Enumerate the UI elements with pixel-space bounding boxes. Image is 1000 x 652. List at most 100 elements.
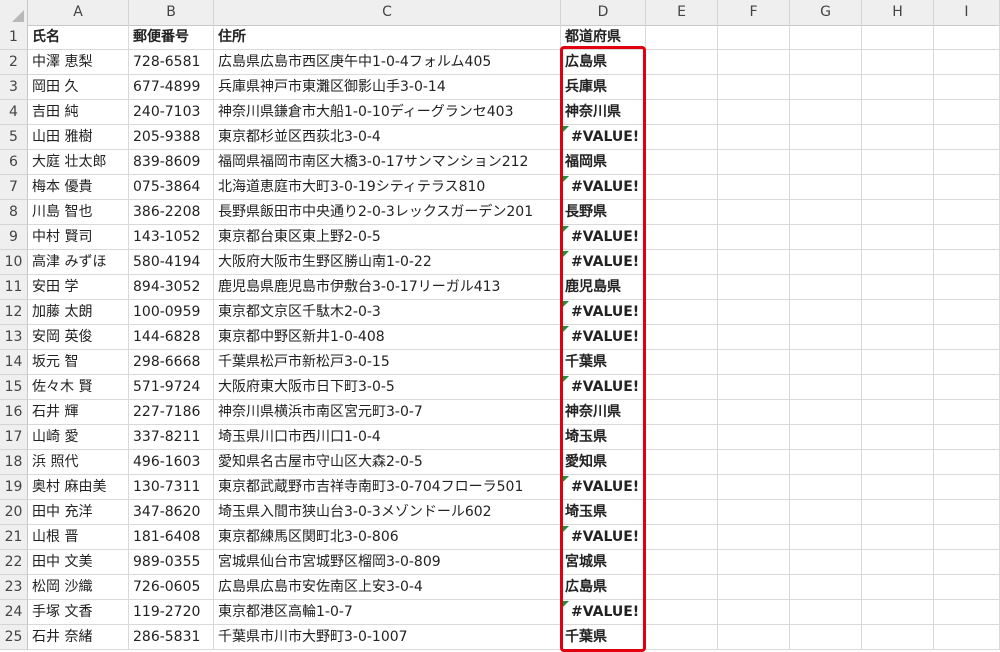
cell-address[interactable]: 千葉県松戸市新松戸3-0-15 xyxy=(214,350,561,375)
empty-cell[interactable] xyxy=(790,625,862,650)
cell-name[interactable]: 大庭 壮太郎 xyxy=(28,150,129,175)
row-number[interactable]: 2 xyxy=(0,50,28,75)
empty-cell[interactable] xyxy=(718,350,790,375)
empty-cell[interactable] xyxy=(790,375,862,400)
row-number[interactable]: 13 xyxy=(0,325,28,350)
empty-cell[interactable] xyxy=(646,450,718,475)
empty-cell[interactable] xyxy=(646,175,718,200)
cell-address[interactable]: 東京都武蔵野市吉祥寺南町3-0-704フローラ501 xyxy=(214,475,561,500)
column-header-d[interactable]: D xyxy=(561,0,646,25)
cell-postal[interactable]: 181-6408 xyxy=(129,525,214,550)
cell-name[interactable]: 安岡 英俊 xyxy=(28,325,129,350)
empty-cell[interactable] xyxy=(790,175,862,200)
empty-cell[interactable] xyxy=(862,125,934,150)
cell-prefecture-error[interactable]: #VALUE! xyxy=(561,250,646,275)
empty-cell[interactable] xyxy=(790,150,862,175)
empty-cell[interactable] xyxy=(718,300,790,325)
empty-cell[interactable] xyxy=(718,625,790,650)
cell-address[interactable]: 広島県広島市西区庚午中1-0-4フォルム405 xyxy=(214,50,561,75)
cell-postal[interactable]: 286-5831 xyxy=(129,625,214,650)
row-number[interactable]: 8 xyxy=(0,200,28,225)
empty-cell[interactable] xyxy=(646,325,718,350)
empty-cell[interactable] xyxy=(862,200,934,225)
empty-cell[interactable] xyxy=(790,25,862,50)
empty-cell[interactable] xyxy=(790,575,862,600)
cell-prefecture-error[interactable]: #VALUE! xyxy=(561,300,646,325)
empty-cell[interactable] xyxy=(934,575,1000,600)
empty-cell[interactable] xyxy=(862,300,934,325)
cell-address[interactable]: 鹿児島県鹿児島市伊敷台3-0-17リーガル413 xyxy=(214,275,561,300)
cell-prefecture-error[interactable]: #VALUE! xyxy=(561,600,646,625)
empty-cell[interactable] xyxy=(790,525,862,550)
empty-cell[interactable] xyxy=(934,100,1000,125)
cell-address[interactable]: 兵庫県神戸市東灘区御影山手3-0-14 xyxy=(214,75,561,100)
cell-address[interactable]: 東京都杉並区西荻北3-0-4 xyxy=(214,125,561,150)
empty-cell[interactable] xyxy=(934,325,1000,350)
cell-name[interactable]: 奥村 麻由美 xyxy=(28,475,129,500)
header-cell-prefecture[interactable]: 都道府県 xyxy=(561,25,646,50)
cell-name[interactable]: 田中 充洋 xyxy=(28,500,129,525)
empty-cell[interactable] xyxy=(718,400,790,425)
cell-address[interactable]: 埼玉県川口市西川口1-0-4 xyxy=(214,425,561,450)
empty-cell[interactable] xyxy=(934,375,1000,400)
empty-cell[interactable] xyxy=(862,175,934,200)
cell-postal[interactable]: 728-6581 xyxy=(129,50,214,75)
empty-cell[interactable] xyxy=(934,225,1000,250)
empty-cell[interactable] xyxy=(934,475,1000,500)
cell-postal[interactable]: 298-6668 xyxy=(129,350,214,375)
empty-cell[interactable] xyxy=(790,600,862,625)
empty-cell[interactable] xyxy=(934,425,1000,450)
cell-prefecture[interactable]: 広島県 xyxy=(561,575,646,600)
cell-name[interactable]: 中澤 恵梨 xyxy=(28,50,129,75)
cell-postal[interactable]: 386-2208 xyxy=(129,200,214,225)
row-number[interactable]: 9 xyxy=(0,225,28,250)
cell-address[interactable]: 大阪府大阪市生野区勝山南1-0-22 xyxy=(214,250,561,275)
cell-address[interactable]: 東京都文京区千駄木2-0-3 xyxy=(214,300,561,325)
cell-name[interactable]: 高津 みずほ xyxy=(28,250,129,275)
row-number[interactable]: 19 xyxy=(0,475,28,500)
empty-cell[interactable] xyxy=(646,275,718,300)
empty-cell[interactable] xyxy=(934,50,1000,75)
empty-cell[interactable] xyxy=(646,75,718,100)
empty-cell[interactable] xyxy=(862,25,934,50)
empty-cell[interactable] xyxy=(718,375,790,400)
cell-address[interactable]: 神奈川県横浜市南区宮元町3-0-7 xyxy=(214,400,561,425)
empty-cell[interactable] xyxy=(790,400,862,425)
empty-cell[interactable] xyxy=(862,250,934,275)
cell-prefecture[interactable]: 埼玉県 xyxy=(561,425,646,450)
empty-cell[interactable] xyxy=(646,150,718,175)
cell-prefecture[interactable]: 埼玉県 xyxy=(561,500,646,525)
empty-cell[interactable] xyxy=(934,175,1000,200)
cell-prefecture-error[interactable]: #VALUE! xyxy=(561,375,646,400)
empty-cell[interactable] xyxy=(790,100,862,125)
cell-postal[interactable]: 227-7186 xyxy=(129,400,214,425)
row-number[interactable]: 6 xyxy=(0,150,28,175)
empty-cell[interactable] xyxy=(862,525,934,550)
cell-postal[interactable]: 240-7103 xyxy=(129,100,214,125)
empty-cell[interactable] xyxy=(646,50,718,75)
empty-cell[interactable] xyxy=(862,75,934,100)
row-number[interactable]: 4 xyxy=(0,100,28,125)
empty-cell[interactable] xyxy=(862,625,934,650)
empty-cell[interactable] xyxy=(646,550,718,575)
empty-cell[interactable] xyxy=(934,400,1000,425)
column-header-h[interactable]: H xyxy=(862,0,934,25)
cell-postal[interactable]: 839-8609 xyxy=(129,150,214,175)
cell-address[interactable]: 東京都港区高輪1-0-7 xyxy=(214,600,561,625)
empty-cell[interactable] xyxy=(646,200,718,225)
cell-postal[interactable]: 496-1603 xyxy=(129,450,214,475)
empty-cell[interactable] xyxy=(646,25,718,50)
cell-address[interactable]: 長野県飯田市中央通り2-0-3レックスガーデン201 xyxy=(214,200,561,225)
cell-prefecture[interactable]: 福岡県 xyxy=(561,150,646,175)
cell-address[interactable]: 東京都中野区新井1-0-408 xyxy=(214,325,561,350)
empty-cell[interactable] xyxy=(718,425,790,450)
cell-address[interactable]: 埼玉県入間市狭山台3-0-3メゾンドール602 xyxy=(214,500,561,525)
column-header-c[interactable]: C xyxy=(214,0,561,25)
cell-prefecture-error[interactable]: #VALUE! xyxy=(561,325,646,350)
row-number[interactable]: 22 xyxy=(0,550,28,575)
empty-cell[interactable] xyxy=(718,475,790,500)
empty-cell[interactable] xyxy=(718,50,790,75)
empty-cell[interactable] xyxy=(934,300,1000,325)
column-header-e[interactable]: E xyxy=(646,0,718,25)
cell-prefecture[interactable]: 長野県 xyxy=(561,200,646,225)
